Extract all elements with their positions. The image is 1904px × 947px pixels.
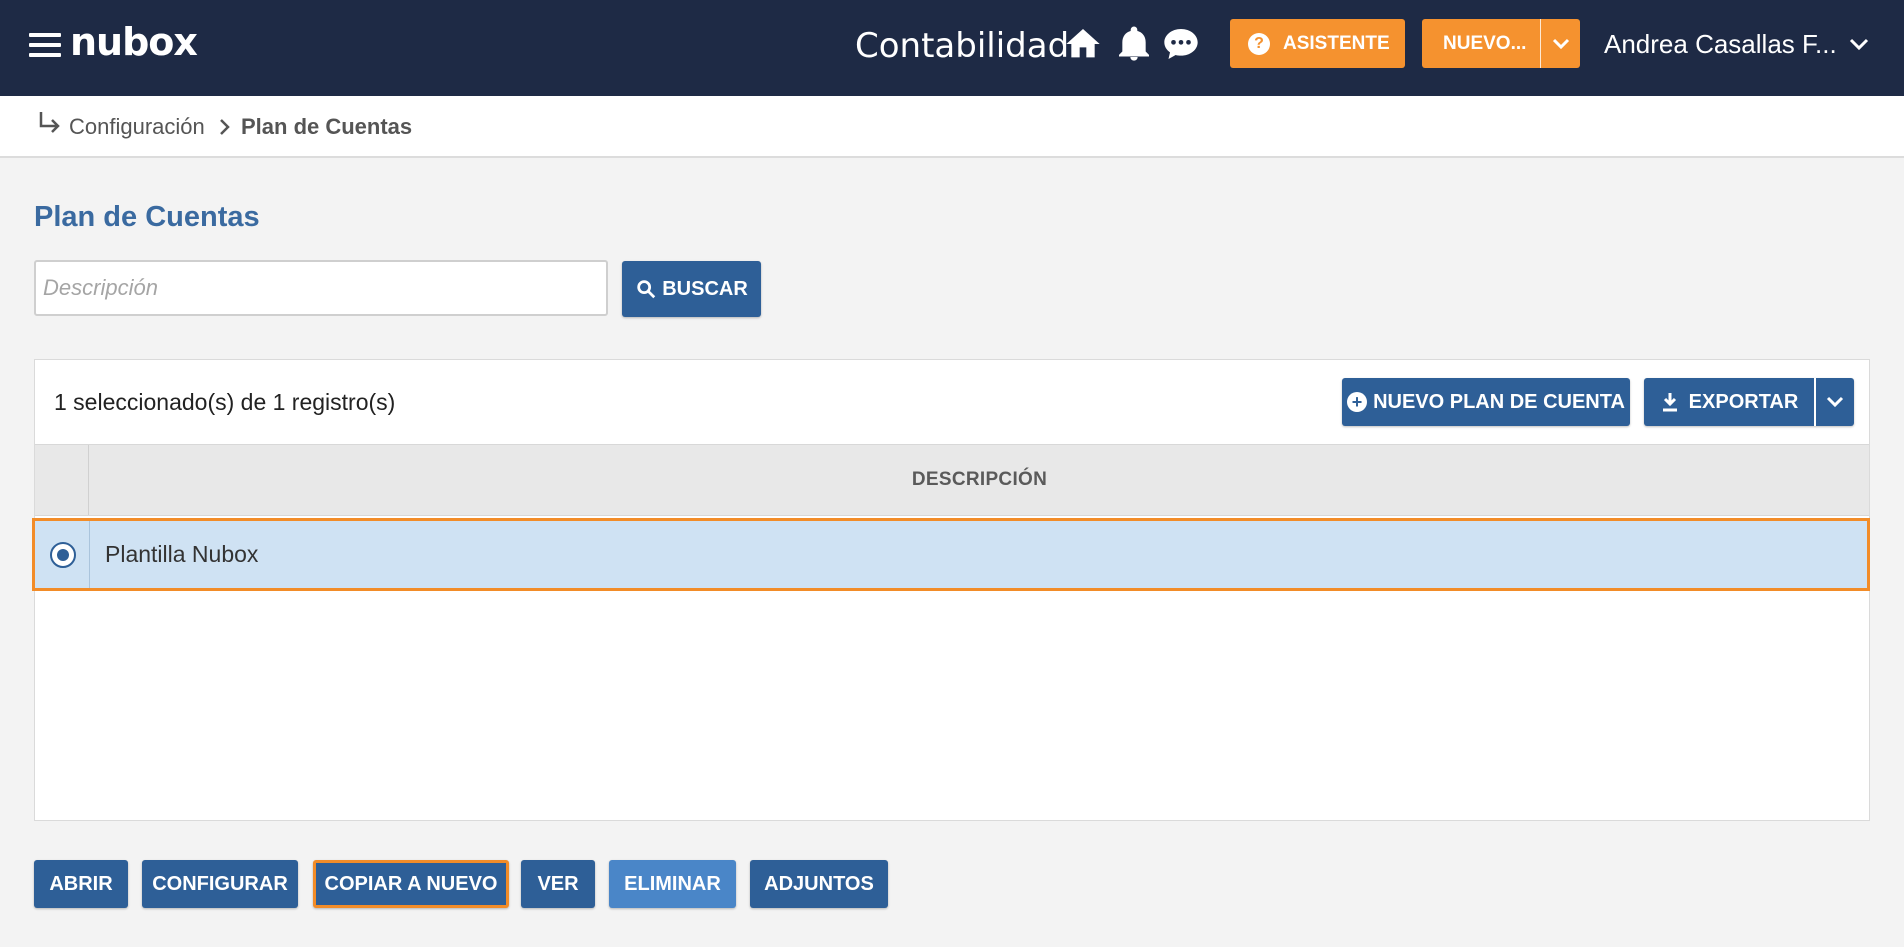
page-title: Plan de Cuentas <box>34 201 260 233</box>
select-column-header <box>35 445 89 515</box>
search-button[interactable]: BUSCAR <box>622 261 761 317</box>
view-button[interactable]: VER <box>521 860 595 908</box>
delete-button[interactable]: ELIMINAR <box>609 860 736 908</box>
chevron-right-icon <box>218 118 232 136</box>
row-radio-button[interactable] <box>50 542 76 568</box>
new-account-plan-label: NUEVO PLAN DE CUENTA <box>1373 390 1625 413</box>
return-arrow-icon <box>36 110 62 136</box>
chat-icon[interactable] <box>1160 24 1202 64</box>
row-select-cell <box>35 521 90 588</box>
table-header: DESCRIPCIÓN <box>35 444 1869 516</box>
bell-icon[interactable] <box>1113 24 1155 64</box>
breadcrumb-current: Plan de Cuentas <box>241 114 413 139</box>
column-header-descripcion[interactable]: DESCRIPCIÓN <box>90 445 1869 515</box>
breadcrumb-configuracion[interactable]: Configuración <box>69 114 205 140</box>
home-icon[interactable] <box>1062 24 1104 64</box>
download-icon <box>1662 393 1677 412</box>
nuevo-button[interactable]: NUEVO... <box>1422 19 1580 68</box>
nuevo-label: NUEVO... <box>1443 32 1527 54</box>
search-input[interactable] <box>34 260 608 316</box>
asistente-label: ASISTENTE <box>1283 32 1390 54</box>
add-circle-icon: + <box>1347 392 1368 412</box>
selection-count: 1 seleccionado(s) de 1 registro(s) <box>54 389 396 415</box>
search-button-label: BUSCAR <box>662 277 748 300</box>
export-button[interactable]: EXPORTAR <box>1644 378 1854 426</box>
chevron-down-icon[interactable] <box>1541 19 1580 68</box>
export-label: EXPORTAR <box>1688 390 1799 413</box>
new-account-plan-button[interactable]: + NUEVO PLAN DE CUENTA <box>1342 378 1630 426</box>
help-icon: ? <box>1248 32 1270 55</box>
chevron-down-icon[interactable] <box>1816 378 1854 426</box>
chevron-down-icon[interactable] <box>1848 34 1870 54</box>
asistente-button[interactable]: ? ASISTENTE <box>1230 19 1405 68</box>
search-icon <box>637 280 656 299</box>
menu-icon[interactable] <box>29 33 61 57</box>
app-title: Contabilidad <box>855 26 1070 66</box>
configure-button[interactable]: CONFIGURAR <box>142 860 298 908</box>
user-menu[interactable]: Andrea Casallas F... <box>1604 24 1837 64</box>
row-descripcion: Plantilla Nubox <box>105 541 259 567</box>
nubox-logo[interactable]: nubox <box>70 18 198 66</box>
nuevo-divider <box>1540 19 1541 68</box>
open-button[interactable]: ABRIR <box>34 860 128 908</box>
copy-to-new-button[interactable]: COPIAR A NUEVO <box>313 860 509 908</box>
attachments-button[interactable]: ADJUNTOS <box>750 860 888 908</box>
table-row[interactable]: Plantilla Nubox <box>32 518 1870 591</box>
